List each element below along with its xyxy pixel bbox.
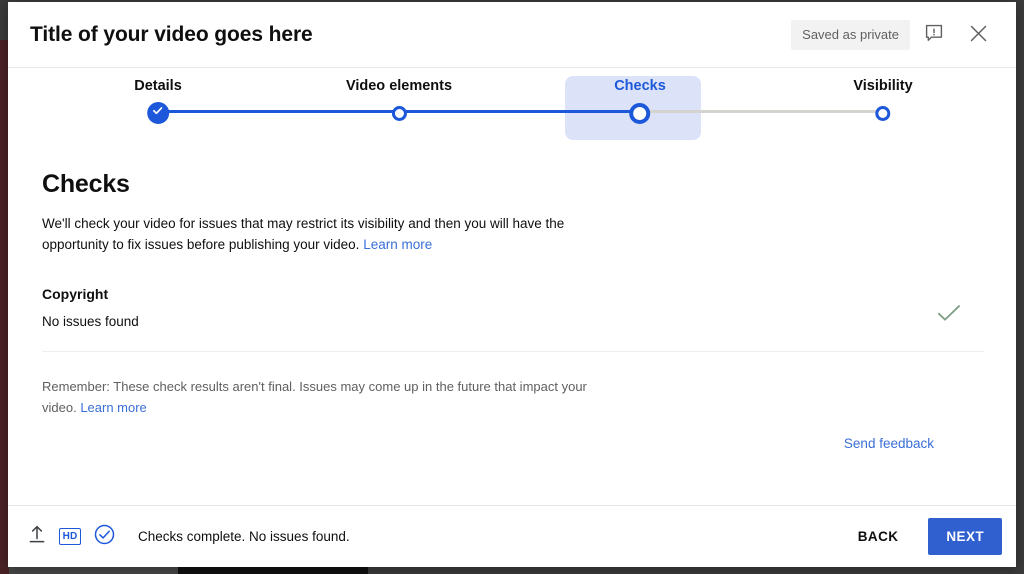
close-button[interactable] [958,15,998,55]
stepper-step-label: Visibility [853,78,913,94]
upload-arrow-icon [28,524,46,549]
next-button[interactable]: NEXT [928,518,1002,555]
check-result-icon-wrap [934,286,964,327]
stepper-dot [384,98,414,128]
stepper-dot-complete [147,102,169,124]
stepper-dot-pending [391,105,407,121]
check-icon [152,104,165,122]
section-description-text: We'll check your video for issues that m… [42,216,565,252]
stepper-step-visibility[interactable]: Visibility [853,68,913,128]
page-title: Title of your video goes here [30,22,313,46]
dialog-footer: HD Checks complete. No issues found. BAC… [8,505,1016,567]
stepper-step-checks[interactable]: Checks [614,68,666,128]
upload-dialog: Title of your video goes here Saved as p… [8,2,1016,567]
send-feedback-link[interactable]: Send feedback [844,436,934,451]
section-description: We'll check your video for issues that m… [42,213,587,255]
footer-actions: BACK NEXT [844,518,1002,555]
stepper-line-checks-to-visibility [640,110,883,113]
stepper-dot-pending [875,105,891,121]
checkmark-icon [937,304,961,327]
stepper-step-label: Video elements [345,78,453,94]
stepper-dot [625,98,655,128]
remember-note: Remember: These check results aren't fin… [42,376,602,418]
stepper-dot-current [629,102,651,124]
status-badge: Saved as private [791,19,910,50]
footer-status-group: HD Checks complete. No issues found. [28,524,844,550]
feedback-row: Send feedback [42,436,984,451]
feedback-button[interactable] [914,15,954,55]
stepper-step-video-elements[interactable]: Video elements [346,68,452,128]
hd-badge-icon: HD [59,528,81,545]
stepper-dot [143,98,173,128]
remember-learn-more-link[interactable]: Learn more [80,400,146,415]
header-actions: Saved as private [791,15,998,55]
stepper-step-details[interactable]: Details [134,68,182,128]
section-title: Checks [42,170,130,198]
circled-checkmark-icon [94,524,115,550]
check-row-copyright: Copyright No issues found [42,286,984,352]
check-name: Copyright [42,286,109,302]
footer-status-text: Checks complete. No issues found. [138,529,350,544]
description-learn-more-link[interactable]: Learn more [363,237,432,252]
stepper-step-label: Checks [614,78,666,94]
dialog-header: Title of your video goes here Saved as p… [8,2,1016,68]
dialog-body: Checks We'll check your video for issues… [8,148,1016,505]
check-status: No issues found [42,314,139,329]
stepper: Details Video elements Checks Visibility [8,68,1016,148]
check-row-text: Copyright No issues found [42,286,934,329]
stepper-step-label: Details [134,78,182,94]
feedback-speech-bubble-icon [924,23,944,46]
close-icon [968,23,989,47]
stepper-dot [868,98,898,128]
back-button[interactable]: BACK [844,519,913,554]
